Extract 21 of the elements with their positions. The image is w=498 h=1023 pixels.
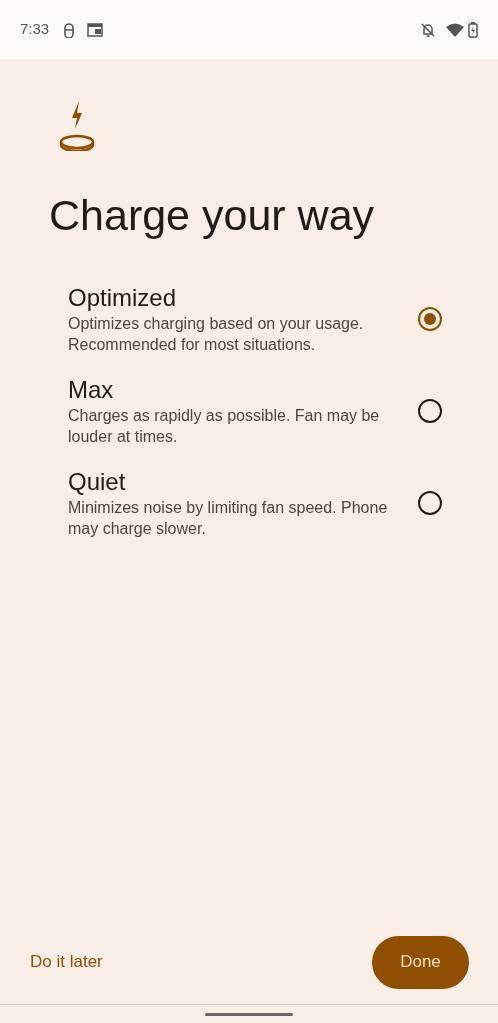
page-title: Charge your way [49,190,376,241]
do-it-later-button[interactable]: Do it later [30,949,103,975]
charging-option[interactable]: Optimized Optimizes charging based on your usage. Recommended for most situations. [0,283,498,355]
option-title: Quiet [68,467,127,497]
option-title: Max [68,375,115,405]
radio-button[interactable] [418,491,442,515]
status-time: 7:33 [20,19,50,40]
option-description: Optimizes charging based on your usage. Recommended for most situations. [68,314,365,355]
wifi-icon [446,22,464,37]
battery-icon [468,21,478,38]
muted-bell-icon [420,21,436,38]
calendar-icon [87,22,104,37]
radio-button[interactable] [418,399,442,423]
option-title: Optimized [68,283,178,313]
done-button[interactable]: Done [372,935,469,989]
wireless-charging-icon [59,101,97,151]
option-description: Minimizes noise by limiting fan speed. Phone may charge slower. [68,498,389,539]
radio-button[interactable] [418,307,442,331]
option-description: Charges as rapidly as possible. Fan may be louder at times. [68,406,381,447]
charging-option[interactable]: Quiet Minimizes noise by limiting fan speed. Phone may charge slower. [0,467,498,539]
charging-option[interactable]: Max Charges as rapidly as possible. Fan may be louder at times. [0,375,498,447]
